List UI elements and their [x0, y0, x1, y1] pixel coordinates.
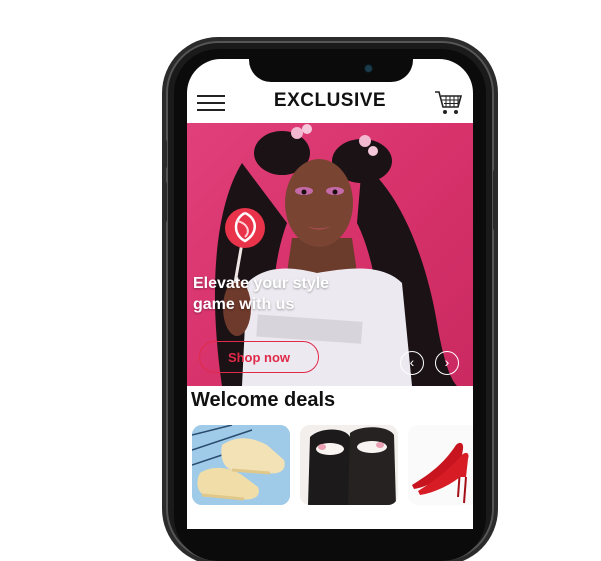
app-header: EXCLUSIVE: [187, 83, 473, 123]
deal-card-slippers[interactable]: [300, 425, 398, 505]
camera-icon: [365, 65, 372, 72]
sneakers-image: [192, 425, 290, 505]
welcome-deals-title: Welcome deals: [191, 389, 336, 411]
slippers-image: [300, 425, 398, 505]
deal-card-sneakers[interactable]: [192, 425, 290, 505]
hero-headline-line-1: Elevate your style: [193, 275, 330, 292]
carousel-prev-icon[interactable]: ‹: [400, 351, 424, 375]
hero-banner[interactable]: Elevate your style game with us Shop now…: [187, 123, 473, 386]
hero-headline-line-2: game with us: [193, 296, 295, 313]
app-title: EXCLUSIVE: [273, 90, 387, 111]
shop-now-button[interactable]: Shop now: [199, 341, 319, 373]
phone-notch: [249, 52, 413, 82]
phone-side-button: [163, 140, 167, 168]
hero-headline: Elevate your style game with us: [193, 273, 393, 315]
shopping-cart-icon[interactable]: [433, 89, 463, 117]
red-heels-image: [408, 425, 473, 505]
phone-volume-button: [163, 182, 167, 222]
deal-card-red-heels[interactable]: [408, 425, 473, 505]
carousel-next-icon[interactable]: ›: [435, 351, 459, 375]
phone-power-button: [493, 170, 497, 230]
app-screen: EXCLUSIVE Elevate your style game with u…: [187, 59, 473, 529]
